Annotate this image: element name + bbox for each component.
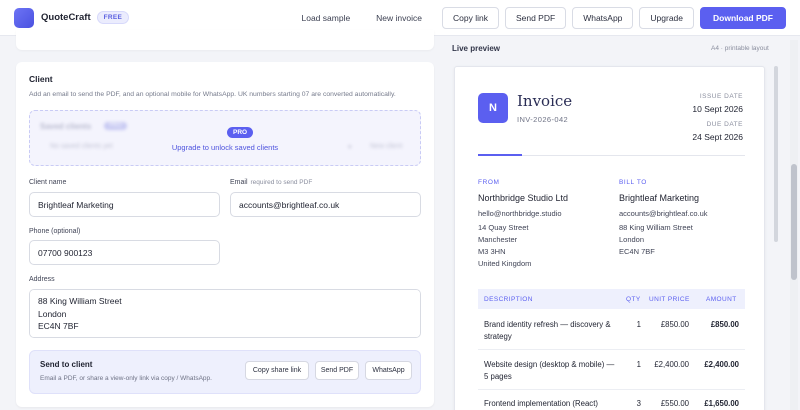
page-scrollbar-thumb[interactable] (791, 164, 797, 280)
upgrade-button[interactable]: Upgrade (639, 6, 695, 29)
address-textarea[interactable] (29, 289, 421, 338)
row-divider (478, 389, 745, 390)
bill-to-label: BILL TO (619, 179, 647, 186)
invoice-preview: N Invoice INV-2026-042 ISSUE DATE 10 Sep… (454, 66, 765, 410)
plan-badge: FREE (96, 11, 130, 24)
previous-section-card (16, 30, 434, 50)
col-amount: AMOUNT (706, 296, 737, 303)
phone-label: Phone (optional) (29, 228, 81, 235)
whatsapp-button[interactable]: WhatsApp (572, 6, 634, 29)
email-hint: required to send PDF (250, 179, 313, 186)
item-amount: £2,400.00 (704, 360, 739, 369)
from-address-line: United Kingdom (478, 259, 532, 268)
client-section-description: Add an email to send the PDF, and an opt… (29, 91, 396, 98)
due-date: 24 Sept 2026 (692, 132, 743, 142)
issue-date-label: ISSUE DATE (699, 93, 743, 100)
whatsapp-panel-button[interactable]: WhatsApp (365, 361, 412, 380)
col-unit-price: UNIT PRICE (649, 296, 690, 303)
from-address-line: Manchester (478, 235, 518, 244)
download-pdf-button[interactable]: Download PDF (700, 6, 786, 29)
invoice-title: Invoice (517, 92, 573, 110)
client-card: Client Add an email to send the PDF, and… (16, 62, 434, 407)
live-preview-label: Live preview (452, 44, 501, 53)
issue-date: 10 Sept 2026 (692, 104, 743, 114)
invoice-number: INV-2026-042 (517, 115, 569, 124)
load-sample-link[interactable]: Load sample (302, 13, 351, 23)
address-label: Address (29, 276, 55, 283)
send-to-client-panel: Send to client Email a PDF, or share a v… (29, 350, 421, 394)
bill-to-email: accounts@brightleaf.co.uk (619, 209, 708, 218)
due-date-label: DUE DATE (706, 121, 743, 128)
saved-clients-pro-badge: PRO (104, 122, 128, 130)
from-label: FROM (478, 179, 500, 186)
copy-share-link-button[interactable]: Copy share link (245, 361, 309, 380)
item-unit-price: £850.00 (660, 320, 689, 329)
items-table-header: DESCRIPTION QTY UNIT PRICE AMOUNT (478, 289, 745, 309)
layout-note: A4 · printable layout (711, 45, 769, 52)
col-qty: QTY (626, 296, 641, 303)
company-logo: N (478, 93, 508, 123)
col-description: DESCRIPTION (484, 296, 533, 303)
upgrade-saved-clients-link[interactable]: Upgrade to unlock saved clients (30, 143, 420, 152)
bill-to-address-line: 88 King William Street (619, 223, 693, 232)
pro-badge: PRO (227, 127, 254, 138)
send-to-client-title: Send to client (40, 360, 93, 369)
preview-scrollbar[interactable] (774, 66, 778, 242)
client-section-title: Client (29, 74, 53, 84)
item-unit-price: £2,400.00 (654, 360, 689, 369)
item-amount: £1,650.00 (704, 399, 739, 408)
from-email: hello@northbridge.studio (478, 209, 562, 218)
page-scrollbar[interactable] (790, 40, 798, 410)
send-pdf-panel-button[interactable]: Send PDF (315, 361, 359, 380)
new-invoice-link[interactable]: New invoice (376, 13, 422, 23)
item-description: Brand identity refresh — discovery & str… (484, 320, 611, 341)
email-input[interactable] (230, 192, 421, 217)
saved-clients-locked: Saved clients PRO No saved clients yet ▾… (29, 110, 421, 166)
row-divider (478, 349, 745, 350)
saved-clients-title: Saved clients (40, 122, 92, 131)
send-pdf-button[interactable]: Send PDF (504, 6, 567, 29)
bill-to-address-line: EC4N 7BF (619, 247, 655, 256)
item-description: Website design (desktop & mobile) — 5 pa… (484, 360, 615, 381)
saved-clients-blurred-preview: Saved clients PRO No saved clients yet ▾… (30, 111, 420, 165)
from-address-line: M3 3HN (478, 247, 506, 256)
client-name-input[interactable] (29, 192, 220, 217)
app-brand: QuoteCraft (41, 12, 91, 23)
from-name: Northbridge Studio Ltd (478, 193, 569, 203)
client-name-label: Client name (29, 179, 67, 186)
bill-to-address-line: London (619, 235, 645, 244)
phone-input[interactable] (29, 240, 220, 265)
copy-link-button[interactable]: Copy link (442, 6, 499, 29)
from-address-line: 14 Quay Street (478, 223, 529, 232)
app-logo-icon (14, 7, 34, 28)
email-label: Email required to send PDF (230, 179, 313, 186)
bill-to-name: Brightleaf Marketing (619, 193, 700, 203)
header-divider-accent (478, 154, 522, 156)
send-to-client-description: Email a PDF, or share a view-only link v… (40, 375, 212, 382)
item-description: Frontend implementation (React) (484, 399, 598, 408)
item-unit-price: £550.00 (660, 399, 689, 408)
item-amount: £850.00 (710, 320, 739, 329)
